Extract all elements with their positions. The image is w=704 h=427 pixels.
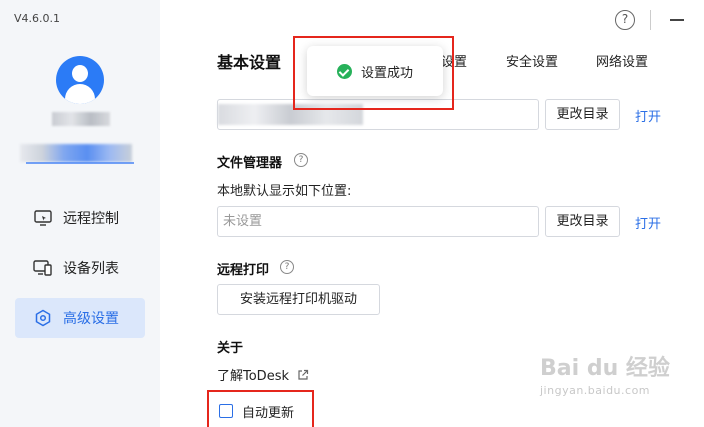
file-manager-open-link[interactable]: 打开: [635, 213, 661, 232]
sidebar-item-device-list[interactable]: 设备列表: [15, 248, 145, 288]
avatar-head-shape: [72, 65, 88, 82]
sidebar: V4.6.0.1 远程控制 设备列表 高级设置: [0, 0, 160, 427]
avatar[interactable]: [56, 56, 104, 104]
learn-todesk-link[interactable]: 了解ToDesk: [217, 365, 309, 384]
sidebar-item-advanced-settings[interactable]: 高级设置: [15, 298, 145, 338]
about-heading: 关于: [217, 341, 244, 356]
external-link-icon: [298, 369, 309, 380]
avatar-body-shape: [65, 84, 95, 104]
header-divider: [650, 10, 651, 30]
sidebar-item-label: 设备列表: [63, 261, 119, 277]
help-circle-icon[interactable]: ?: [280, 260, 294, 274]
hexagon-settings-icon: [33, 308, 53, 328]
tab-basic-settings[interactable]: 基本设置: [217, 49, 281, 73]
watermark-sub: jingyan.baidu.com: [540, 384, 651, 397]
install-remote-printer-driver-button[interactable]: 安装远程打印机驱动: [217, 284, 380, 315]
blurred-device-id: [20, 144, 132, 162]
remote-print-heading: 远程打印: [217, 263, 270, 278]
blurred-username: [52, 112, 110, 126]
open-directory-link[interactable]: 打开: [635, 106, 661, 125]
file-manager-change-directory-button[interactable]: 更改目录: [545, 206, 620, 237]
tab-network-settings[interactable]: 网络设置: [596, 51, 648, 70]
file-manager-path-field[interactable]: 未设置: [217, 206, 539, 237]
change-directory-button[interactable]: 更改目录: [545, 99, 620, 130]
blurred-device-underline: [26, 162, 134, 164]
sidebar-item-remote-control[interactable]: 远程控制: [15, 198, 145, 238]
file-manager-description: 本地默认显示如下位置:: [217, 184, 352, 199]
devices-icon: [33, 258, 53, 278]
sidebar-item-label: 高级设置: [63, 311, 119, 327]
baidu-watermark: Bai du 经验 jingyan.baidu.com: [540, 350, 700, 410]
toast-highlight-box: [293, 36, 454, 110]
help-circle-icon[interactable]: ?: [294, 153, 308, 167]
sidebar-item-label: 远程控制: [63, 211, 119, 227]
help-icon[interactable]: ?: [615, 10, 635, 30]
tab-security-settings[interactable]: 安全设置: [506, 51, 558, 70]
watermark-text: Bai du 经验: [540, 356, 670, 381]
monitor-icon: [33, 208, 53, 228]
version-label: V4.6.0.1: [14, 12, 61, 25]
minimize-icon[interactable]: [670, 19, 684, 21]
file-manager-heading: 文件管理器: [217, 156, 283, 171]
learn-todesk-label: 了解ToDesk: [217, 369, 289, 384]
auto-update-highlight-box: [207, 390, 314, 427]
